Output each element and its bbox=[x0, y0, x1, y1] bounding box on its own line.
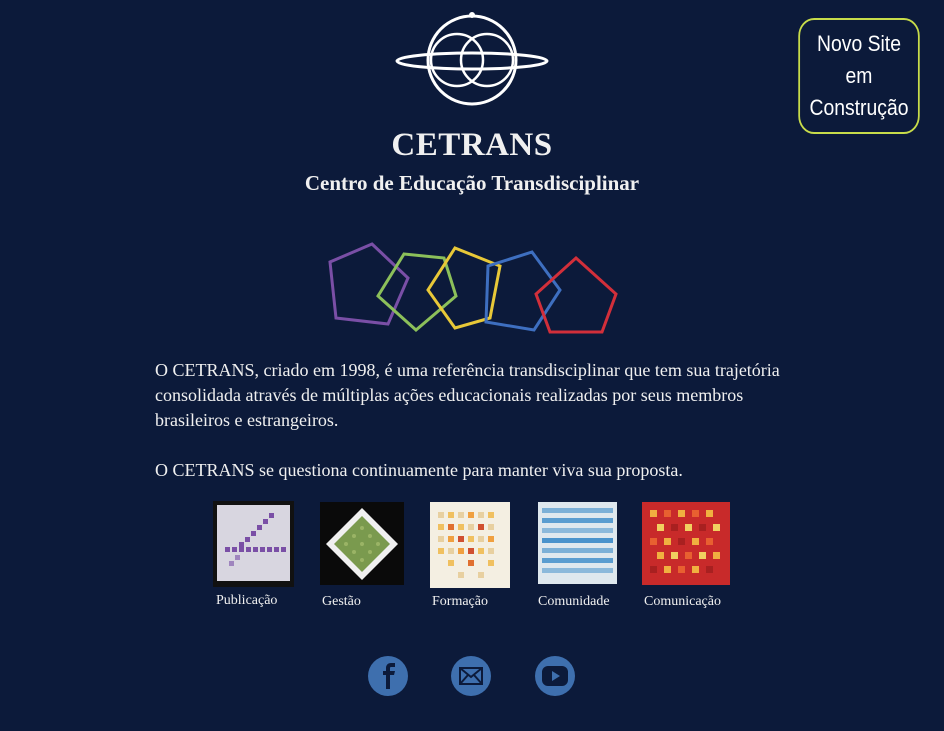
section-label: Formação bbox=[432, 594, 488, 609]
section-formacao[interactable]: Formação bbox=[430, 502, 510, 609]
formacao-thumbnail bbox=[430, 502, 510, 588]
publicacao-thumbnail bbox=[213, 501, 294, 587]
badge-line-3: Construção bbox=[809, 95, 909, 120]
youtube-link[interactable] bbox=[535, 656, 575, 696]
badge-line-1: Novo Site bbox=[817, 31, 901, 56]
comunidade-thumbnail bbox=[538, 502, 617, 584]
section-publicacao[interactable]: Publicação bbox=[213, 501, 294, 608]
page-subtitle: Centro de Educação Transdisciplinar bbox=[304, 171, 640, 195]
section-comunidade[interactable]: Comunidade bbox=[538, 502, 617, 609]
section-comunicacao[interactable]: Comunicação bbox=[642, 502, 730, 609]
badge-line-2: em bbox=[845, 63, 873, 88]
gestao-thumbnail bbox=[320, 502, 404, 585]
section-gestao[interactable]: Gestão bbox=[320, 502, 404, 609]
section-label: Gestão bbox=[322, 594, 361, 609]
section-label: Comunidade bbox=[538, 594, 610, 609]
comunicacao-thumbnail bbox=[642, 502, 730, 585]
intro-paragraph-1: O CETRANS, criado em 1998, é uma referên… bbox=[155, 360, 780, 430]
pentagon-blue bbox=[484, 250, 562, 332]
new-site-badge[interactable]: Novo Site em Construção bbox=[798, 18, 920, 134]
pentagon-red bbox=[534, 255, 618, 334]
page-title: CETRANS bbox=[391, 127, 553, 163]
section-label: Publicação bbox=[216, 593, 278, 608]
youtube-icon bbox=[542, 666, 568, 686]
section-label: Comunicação bbox=[644, 594, 721, 609]
pentagon-yellow bbox=[426, 246, 502, 330]
intro-paragraph-2: O CETRANS se questiona continuamente par… bbox=[155, 460, 683, 480]
facebook-link[interactable] bbox=[368, 656, 408, 696]
cetrans-logo bbox=[395, 12, 549, 106]
facebook-icon bbox=[383, 663, 395, 689]
email-icon bbox=[459, 667, 483, 685]
pentagon-chain-graphic bbox=[328, 242, 618, 334]
email-link[interactable] bbox=[451, 656, 491, 696]
